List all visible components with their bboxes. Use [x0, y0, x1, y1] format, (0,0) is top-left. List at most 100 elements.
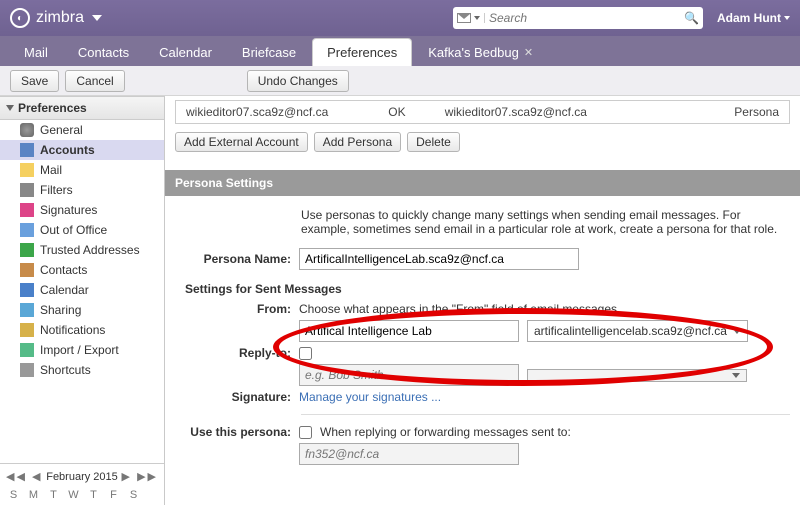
tab-calendar[interactable]: Calendar — [145, 39, 226, 66]
account-list-row[interactable]: wikieditor07.sca9z@ncf.ca OK wikieditor0… — [175, 100, 790, 124]
search-icon[interactable]: 🔍 — [684, 11, 699, 25]
reply-to-row: Reply-to: — [181, 344, 790, 362]
minical-day: W — [64, 489, 83, 501]
sidebar-item-label: Notifications — [40, 323, 105, 337]
reply-to-email-dropdown[interactable] — [527, 369, 747, 382]
search-scope-selector[interactable] — [457, 13, 485, 23]
mini-calendar[interactable]: ◀◀ ◀ February 2015 ▶ ▶▶ SMTWTFS — [0, 463, 164, 505]
add-external-account-button[interactable]: Add External Account — [175, 132, 308, 152]
minical-day: F — [104, 489, 123, 501]
from-name-input[interactable] — [299, 320, 519, 342]
minical-day: M — [24, 489, 43, 501]
workspace: Preferences GeneralAccountsMailFiltersSi… — [0, 96, 800, 505]
persona-name-input[interactable] — [299, 248, 579, 270]
main-panel: wikieditor07.sca9z@ncf.ca OK wikieditor0… — [165, 96, 800, 505]
sidebar-title: Preferences — [18, 101, 87, 115]
app-header: ◐ zimbra 🔍 Adam Hunt — [0, 0, 800, 36]
tab-briefcase[interactable]: Briefcase — [228, 39, 310, 66]
cancel-button[interactable]: Cancel — [65, 70, 124, 92]
sidebar-item-trusted-addresses[interactable]: Trusted Addresses — [0, 240, 164, 260]
tab-mail[interactable]: Mail — [10, 39, 62, 66]
mail-icon — [457, 13, 471, 23]
save-button[interactable]: Save — [10, 70, 59, 92]
sidebar-item-out-of-office[interactable]: Out of Office — [0, 220, 164, 240]
chevron-down-icon — [732, 373, 740, 378]
use-persona-input-row — [181, 441, 790, 467]
mail-icon — [20, 163, 34, 177]
undo-button[interactable]: Undo Changes — [247, 70, 349, 92]
chevron-down-icon — [6, 105, 14, 111]
reply-to-name-input[interactable] — [299, 364, 519, 386]
minical-day: T — [84, 489, 103, 501]
sidebar-item-contacts[interactable]: Contacts — [0, 260, 164, 280]
chevron-down-icon — [784, 16, 790, 20]
sidebar-item-label: Shortcuts — [40, 363, 91, 377]
reply-to-checkbox[interactable] — [299, 347, 312, 360]
ie-icon — [20, 343, 34, 357]
sig-icon — [20, 203, 34, 217]
user-menu[interactable]: Adam Hunt — [717, 11, 790, 25]
sidebar-item-filters[interactable]: Filters — [0, 180, 164, 200]
persona-section-header: Persona Settings — [165, 170, 800, 196]
delete-button[interactable]: Delete — [407, 132, 460, 152]
tab-preferences[interactable]: Preferences — [312, 38, 412, 66]
brand-logo[interactable]: ◐ zimbra — [10, 8, 102, 28]
tab-contacts[interactable]: Contacts — [64, 39, 143, 66]
account-name: wikieditor07.sca9z@ncf.ca — [186, 105, 368, 119]
chevron-down-icon — [92, 15, 102, 21]
account-type: Persona — [674, 105, 779, 119]
sidebar-item-general[interactable]: General — [0, 120, 164, 140]
divider — [301, 414, 790, 415]
close-icon[interactable]: ✕ — [524, 46, 533, 59]
sidebar-item-signatures[interactable]: Signatures — [0, 200, 164, 220]
sidebar-item-label: Contacts — [40, 263, 87, 277]
sidebar-item-label: Calendar — [40, 283, 89, 297]
cont-icon — [20, 263, 34, 277]
account-status: OK — [388, 105, 424, 119]
from-email-dropdown[interactable]: artificalintelligencelab.sca9z@ncf.ca — [527, 320, 748, 342]
from-description: Choose what appears in the "From" field … — [299, 302, 617, 316]
tab-extra-label: Kafka's Bedbug — [428, 45, 519, 60]
sidebar-item-label: Import / Export — [40, 343, 119, 357]
sidebar-item-notifications[interactable]: Notifications — [0, 320, 164, 340]
minical-day: S — [124, 489, 143, 501]
notif-icon — [20, 323, 34, 337]
reply-to-input-row — [181, 362, 790, 388]
use-persona-address-input[interactable] — [299, 443, 519, 465]
add-persona-button[interactable]: Add Persona — [314, 132, 401, 152]
sidebar-item-shortcuts[interactable]: Shortcuts — [0, 360, 164, 380]
action-toolbar: Save Cancel Undo Changes — [0, 66, 800, 96]
sidebar-item-label: Accounts — [40, 143, 95, 157]
minical-prev-icon[interactable]: ◀◀ ◀ — [6, 470, 42, 483]
from-label: From: — [181, 302, 291, 316]
sidebar-header[interactable]: Preferences — [0, 96, 164, 120]
reply-to-label: Reply-to: — [181, 346, 291, 360]
sidebar-item-mail[interactable]: Mail — [0, 160, 164, 180]
chevron-down-icon — [733, 329, 741, 334]
search-box[interactable]: 🔍 — [453, 7, 703, 29]
account-buttons: Add External Account Add Persona Delete — [165, 124, 800, 160]
use-persona-description: When replying or forwarding messages sen… — [320, 425, 571, 439]
manage-signatures-link[interactable]: Manage your signatures ... — [299, 390, 441, 404]
use-persona-label: Use this persona: — [181, 425, 291, 439]
sidebar-item-import-export[interactable]: Import / Export — [0, 340, 164, 360]
from-email-value: artificalintelligencelab.sca9z@ncf.ca — [534, 324, 727, 338]
use-persona-row: Use this persona: When replying or forwa… — [181, 423, 790, 441]
user-icon — [20, 143, 34, 157]
minical-day: T — [44, 489, 63, 501]
minical-next-icon[interactable]: ▶ ▶▶ — [122, 470, 158, 483]
sidebar-item-label: Out of Office — [40, 223, 107, 237]
persona-help-text: Use personas to quickly change many sett… — [181, 204, 790, 246]
sidebar-item-calendar[interactable]: Calendar — [0, 280, 164, 300]
use-persona-checkbox[interactable] — [299, 426, 312, 439]
sidebar-item-sharing[interactable]: Sharing — [0, 300, 164, 320]
brand-text: zimbra — [36, 9, 84, 27]
main-tabbar: Mail Contacts Calendar Briefcase Prefere… — [0, 36, 800, 66]
ooo-icon — [20, 223, 34, 237]
logo-glyph-icon: ◐ — [10, 8, 30, 28]
tab-extra[interactable]: Kafka's Bedbug ✕ — [414, 39, 547, 66]
signature-row: Signature: Manage your signatures ... — [181, 388, 790, 406]
search-input[interactable] — [489, 11, 684, 25]
sidebar-item-accounts[interactable]: Accounts — [0, 140, 164, 160]
persona-section-body: Use personas to quickly change many sett… — [165, 196, 800, 471]
